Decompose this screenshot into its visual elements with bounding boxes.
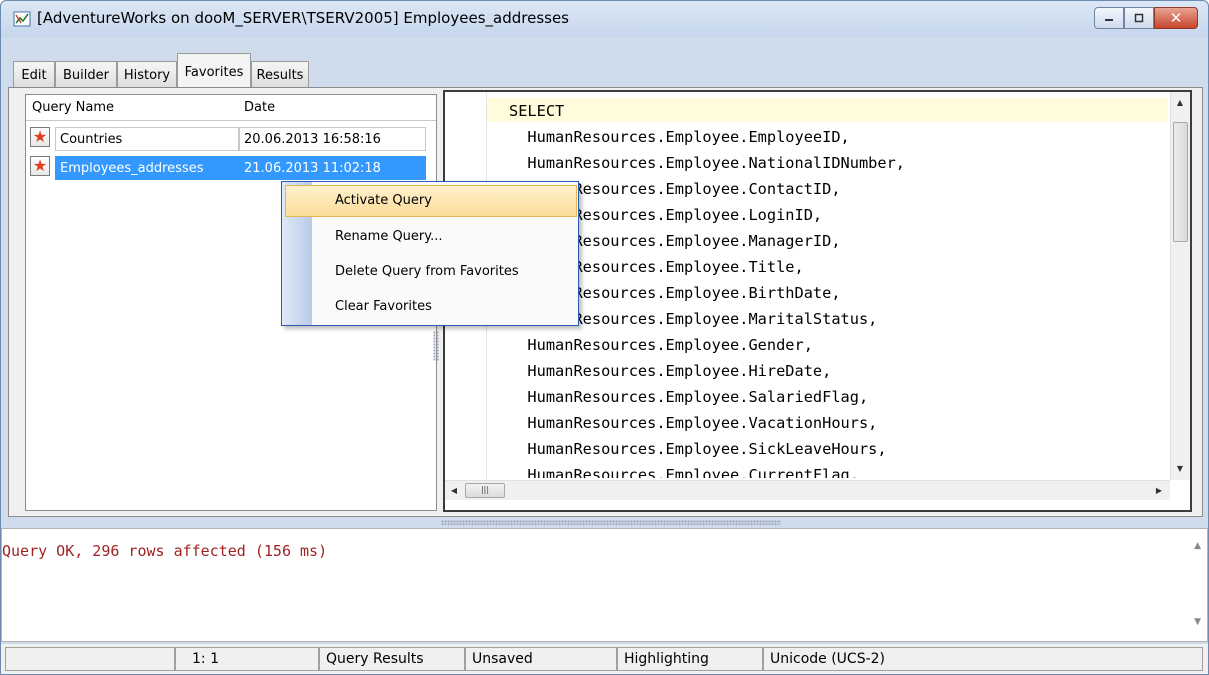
tab-history[interactable]: History: [117, 61, 177, 89]
code-line: HumanResources.Employee.VacationHours,: [509, 414, 878, 432]
scroll-down-icon[interactable]: ▼: [1194, 617, 1201, 627]
scroll-down-icon[interactable]: ▼: [1171, 460, 1189, 478]
code-line: HumanResources.Employee.Gender,: [509, 336, 813, 354]
menu-item-clear-favorites[interactable]: Clear Favorites: [282, 291, 578, 323]
favorite-name: Countries: [55, 127, 239, 151]
code-line: HumanResources.Employee.ContactID,: [509, 180, 841, 198]
tab-favorites[interactable]: Favorites: [177, 53, 251, 90]
close-icon: ✕: [1169, 9, 1183, 27]
code-line: HumanResources.Employee.BirthDate,: [509, 284, 841, 302]
minimize-icon: [1105, 19, 1113, 21]
code-line: HumanResources.Employee.LoginID,: [509, 206, 823, 224]
query-editor-window: [AdventureWorks on dooM_SERVER\TSERV2005…: [0, 0, 1209, 675]
scroll-up-icon[interactable]: ▲: [1171, 94, 1189, 112]
status-cursor-position: 1: 1: [175, 647, 319, 671]
status-encoding: Unicode (UCS-2): [763, 647, 1203, 671]
close-button[interactable]: ✕: [1154, 7, 1198, 29]
window-title: [AdventureWorks on dooM_SERVER\TSERV2005…: [37, 9, 569, 27]
code-line: HumanResources.Employee.CurrentFlag,: [509, 466, 859, 478]
favorite-date: 20.06.2013 16:58:16: [239, 127, 426, 151]
code-line: HumanResources.Employee.SickLeaveHours,: [509, 440, 887, 458]
code-line: HumanResources.Employee.Title,: [509, 258, 804, 276]
tab-builder[interactable]: Builder: [55, 61, 117, 89]
status-saved: Unsaved: [465, 647, 617, 671]
status-highlighting: Highlighting: [617, 647, 763, 671]
window-controls: ✕: [1094, 7, 1198, 29]
code-line: HumanResources.Employee.NationalIDNumber…: [509, 154, 906, 172]
favorite-name: Employees_addresses: [55, 156, 239, 180]
query-result-message: Query OK, 296 rows affected (156 ms): [2, 542, 328, 560]
favorite-star-icon: ★: [30, 127, 50, 147]
status-empty-cell: [5, 647, 175, 671]
menu-item-delete-query[interactable]: Delete Query from Favorites: [282, 256, 578, 288]
restore-icon: [1134, 13, 1144, 23]
tab-label: History: [123, 68, 171, 83]
messages-panel[interactable]: Query OK, 296 rows affected (156 ms) ▲ ▼: [1, 528, 1208, 642]
favorite-star-icon: ★: [30, 156, 50, 176]
restore-button[interactable]: [1124, 7, 1154, 29]
code-line: HumanResources.Employee.ManagerID,: [509, 232, 841, 250]
scroll-up-icon[interactable]: ▲: [1194, 541, 1201, 551]
status-bar: 1: 1 Query Results Unsaved Highlighting …: [1, 644, 1208, 674]
title-bar[interactable]: [AdventureWorks on dooM_SERVER\TSERV2005…: [1, 1, 1208, 37]
column-header-query-name[interactable]: Query Name: [32, 100, 114, 115]
status-mode: Query Results: [319, 647, 465, 671]
tab-label: Edit: [21, 68, 47, 83]
minimize-button[interactable]: [1094, 7, 1124, 29]
code-line: HumanResources.Employee.SalariedFlag,: [509, 388, 869, 406]
horizontal-splitter-grip[interactable]: [441, 520, 781, 525]
tab-label: Favorites: [184, 64, 244, 80]
tab-label: Results: [256, 68, 304, 83]
sql-code[interactable]: SELECT HumanResources.Employee.EmployeeI…: [509, 98, 1159, 478]
menu-item-activate-query[interactable]: Activate Query: [285, 185, 577, 217]
vertical-scroll-thumb[interactable]: [1173, 122, 1188, 242]
editor-vertical-scrollbar[interactable]: ▲ ▼: [1170, 92, 1190, 480]
tab-results[interactable]: Results: [251, 61, 309, 89]
code-line: HumanResources.Employee.EmployeeID,: [509, 128, 850, 146]
favorites-header: Query Name Date: [26, 95, 436, 121]
code-line: SELECT: [509, 102, 565, 120]
favorites-context-menu: Activate Query Rename Query... Delete Qu…: [281, 181, 579, 326]
code-line: HumanResources.Employee.MaritalStatus,: [509, 310, 878, 328]
query-editor-icon: [13, 11, 31, 27]
column-header-date[interactable]: Date: [244, 100, 275, 115]
favorite-row[interactable]: ★ Countries 20.06.2013 16:58:16: [26, 123, 436, 152]
scroll-left-icon[interactable]: ◀: [445, 481, 463, 501]
menu-item-rename-query[interactable]: Rename Query...: [282, 221, 578, 253]
favorite-date: 21.06.2013 11:02:18: [239, 156, 426, 180]
favorite-row-selected[interactable]: ★ Employees_addresses 21.06.2013 11:02:1…: [26, 152, 436, 181]
horizontal-scroll-thumb[interactable]: |||: [465, 483, 505, 498]
tab-label: Builder: [63, 68, 109, 83]
scroll-right-icon[interactable]: ▶: [1150, 481, 1168, 501]
code-line: HumanResources.Employee.HireDate,: [509, 362, 832, 380]
tab-edit[interactable]: Edit: [13, 61, 55, 89]
editor-horizontal-scrollbar[interactable]: ◀ ||| ▶: [445, 480, 1170, 500]
vertical-splitter-grip[interactable]: [433, 331, 439, 361]
